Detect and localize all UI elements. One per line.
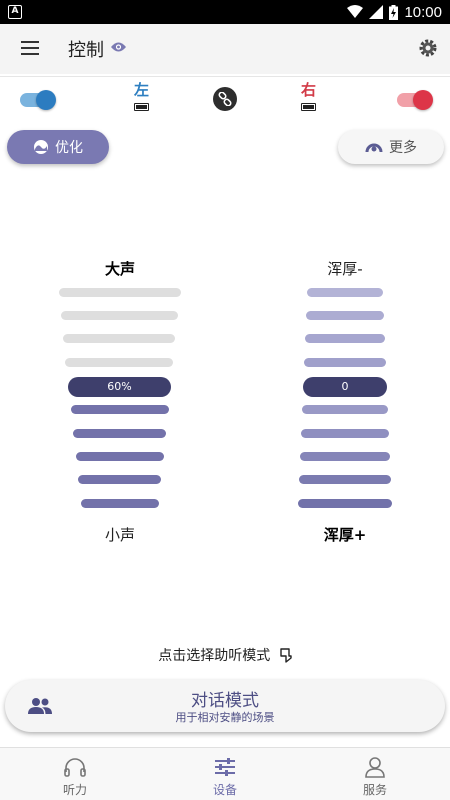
volume-level-bar[interactable]	[59, 288, 181, 297]
mode-hint: 点击选择助听模式	[0, 645, 450, 665]
right-battery-icon	[301, 103, 316, 111]
left-device-toggle[interactable]	[20, 90, 56, 110]
tone-bottom-label: 浑厚+	[323, 526, 367, 544]
link-icon	[218, 92, 232, 106]
person-icon	[365, 757, 385, 778]
left-device-label: 左	[134, 81, 150, 99]
hearing-mode-card[interactable]: 对话模式 用于相对安静的场景	[5, 680, 445, 732]
page-title: 控制	[68, 40, 104, 61]
wifi-icon	[347, 5, 364, 18]
volume-level-bar[interactable]	[61, 311, 178, 320]
battery-charging-icon	[389, 4, 399, 20]
app-bar: 控制	[0, 24, 450, 74]
optimize-label: 优化	[55, 140, 83, 156]
sliders-icon	[215, 758, 235, 776]
headphones-icon	[64, 758, 86, 777]
pointing-down-icon	[280, 648, 292, 663]
mode-subtitle: 用于相对安静的场景	[175, 711, 275, 724]
volume-level-bar[interactable]	[78, 475, 161, 484]
equalizer-icon	[365, 143, 383, 153]
tone-level-bar[interactable]	[301, 429, 389, 438]
volume-level-bar[interactable]	[71, 405, 169, 414]
right-device-label: 右	[301, 81, 317, 99]
gear-icon[interactable]	[418, 38, 438, 58]
volume-level-bar[interactable]	[81, 499, 159, 508]
tone-level-bar[interactable]	[307, 288, 383, 297]
tone-level-bar[interactable]	[298, 499, 392, 508]
optimize-icon	[34, 140, 48, 154]
notification-badge: A	[8, 5, 22, 19]
mode-title: 对话模式	[191, 691, 259, 711]
tone-level-bar[interactable]	[305, 334, 385, 343]
tone-value-indicator[interactable]: 0	[303, 377, 387, 397]
right-device-toggle[interactable]	[397, 90, 433, 110]
nav-label-device: 设备	[212, 783, 237, 797]
mode-hint-text: 点击选择助听模式	[158, 648, 271, 664]
device-bar: 左 右	[0, 76, 450, 122]
nav-tab-hearing[interactable]: 听力	[0, 748, 150, 800]
optimize-button[interactable]: 优化	[7, 130, 109, 164]
nav-tab-device[interactable]: 设备	[150, 748, 300, 800]
signal-icon	[369, 5, 384, 19]
tone-slider[interactable]: 0	[225, 288, 450, 518]
tone-level-bar[interactable]	[299, 475, 391, 484]
volume-slider[interactable]: 60%	[0, 288, 225, 518]
tone-level-bar[interactable]	[304, 358, 386, 367]
volume-level-bar[interactable]	[63, 334, 175, 343]
tone-level-bar[interactable]	[306, 311, 384, 320]
volume-top-label: 大声	[104, 260, 135, 278]
volume-level-bar[interactable]	[73, 429, 166, 438]
menu-icon[interactable]	[21, 41, 39, 57]
tone-top-label: 浑厚-	[327, 260, 363, 278]
more-button[interactable]: 更多	[338, 130, 444, 164]
status-bar: A 10:00	[0, 0, 450, 24]
clock: 10:00	[404, 3, 442, 21]
bottom-navigation: 听力 设备 服务	[0, 747, 450, 800]
nav-label-service: 服务	[362, 783, 387, 797]
tone-level-bar[interactable]	[302, 405, 388, 414]
eye-icon[interactable]	[110, 41, 127, 53]
more-label: 更多	[389, 140, 417, 156]
nav-label-hearing: 听力	[62, 783, 87, 797]
nav-tab-service[interactable]: 服务	[300, 748, 450, 800]
volume-bottom-label: 小声	[104, 526, 135, 544]
left-battery-icon	[134, 103, 149, 111]
volume-level-bar[interactable]	[65, 358, 173, 367]
link-button[interactable]	[213, 87, 237, 111]
volume-level-bar[interactable]	[76, 452, 164, 461]
volume-value-indicator[interactable]: 60%	[68, 377, 171, 397]
tone-level-bar[interactable]	[300, 452, 390, 461]
